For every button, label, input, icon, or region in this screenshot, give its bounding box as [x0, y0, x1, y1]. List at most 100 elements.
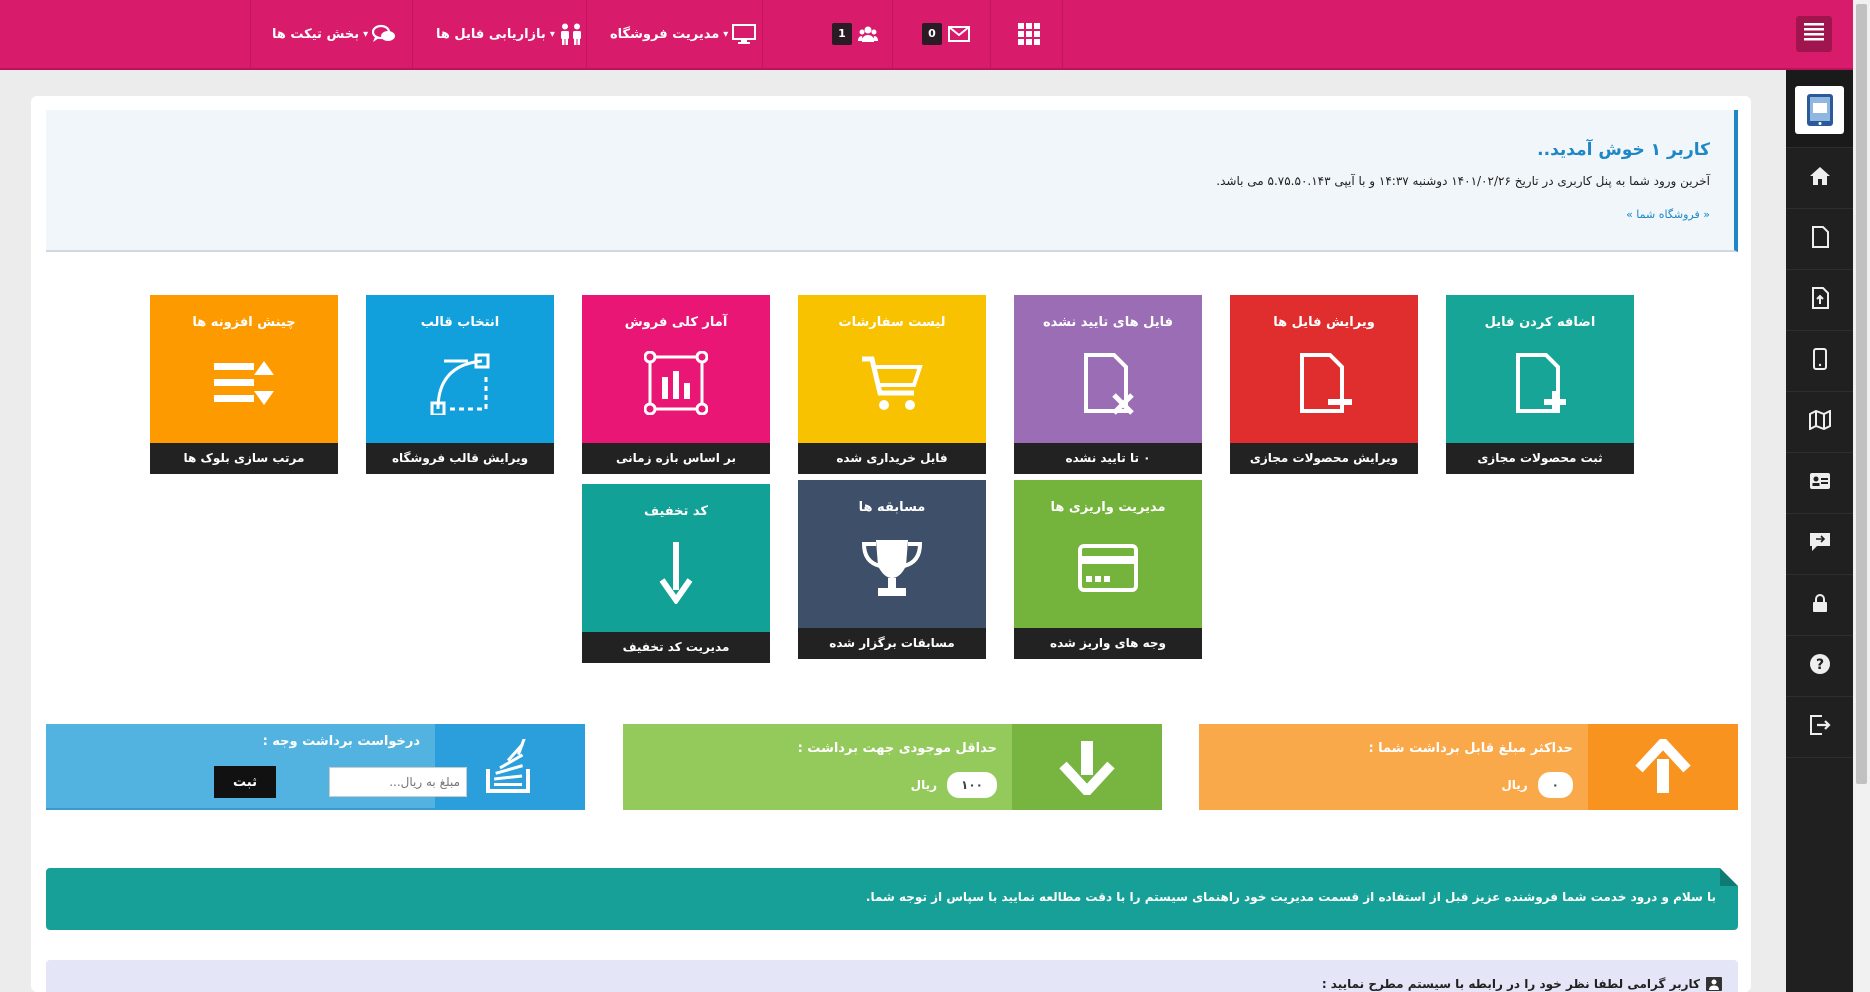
home-icon: [1809, 166, 1831, 190]
withdraw-request-label: درخواست برداشت وجه :: [262, 734, 420, 749]
tile-title: فایل های تایید نشده: [1042, 315, 1174, 330]
svg-text:?: ?: [1815, 657, 1823, 673]
nav-separator: [250, 0, 251, 68]
grid-icon: [1018, 23, 1040, 45]
user-icon: [1706, 977, 1722, 991]
nav-separator: [586, 0, 587, 68]
arrow-down-icon: [582, 540, 770, 604]
menu-toggle-button[interactable]: [1796, 16, 1832, 52]
sidebar-item-logout[interactable]: [1786, 697, 1853, 758]
tile-select-template[interactable]: انتخاب قالب ویرایش قالب فروشگاه: [366, 295, 554, 474]
tile-title: کد تخفیف: [644, 504, 708, 519]
sidebar-item-mobile[interactable]: [1786, 331, 1853, 392]
welcome-panel: کاربر ۱ خوش آمدید.. آخرین ورود شما به پن…: [46, 110, 1738, 252]
menu-icon: [1804, 23, 1824, 45]
credit-card-icon: [1014, 536, 1202, 600]
tile-footer: بر اساس بازه زمانی: [582, 443, 770, 474]
tile-sales-stats[interactable]: آمار کلی فروش بر اساس بازه زمانی: [582, 295, 770, 474]
tile-add-file[interactable]: اضافه کردن فایل ثبت محصولات مجازی: [1446, 295, 1634, 474]
nav-store-management[interactable]: ▾ مدیریت فروشگاه: [610, 0, 757, 68]
tile-discount-code[interactable]: کد تخفیف مدیریت کد تخفیف: [582, 484, 770, 663]
currency-unit: ریال: [1501, 778, 1528, 792]
sidebar-item-upload[interactable]: [1786, 270, 1853, 331]
nav-messages[interactable]: 0: [922, 0, 970, 68]
comment-icon: [1809, 532, 1831, 556]
monitor-icon: [732, 24, 757, 44]
trophy-icon: [798, 536, 986, 600]
max-withdraw-box: حداکثر مبلغ قابل برداشت شما : ۰ ریال: [1199, 724, 1738, 810]
tile-title: مدیریت واریزی ها: [1050, 500, 1166, 515]
bar-chart-icon: [582, 351, 770, 415]
tile-title: چینش افزونه ها: [192, 315, 296, 330]
tile-deposits[interactable]: مدیریت واریزی ها وجه های واریز شده: [1014, 480, 1202, 659]
scrollbar-thumb[interactable]: [1856, 4, 1867, 784]
nav-tickets[interactable]: ▾ بخش تیکت ها: [272, 0, 396, 68]
seller-notice-text: با سلام و درود خدمت شما فروشنده عزیز قبل…: [865, 890, 1716, 904]
tile-unapproved-files[interactable]: فایل های تایید نشده ۰ تا تایید نشده: [1014, 295, 1202, 474]
id-card-icon: [1809, 472, 1831, 494]
chat-bubbles-icon: [372, 24, 396, 44]
welcome-title: کاربر ۱ خوش آمدید..: [1537, 140, 1710, 160]
tile-footer: ویرایش قالب فروشگاه: [366, 443, 554, 474]
tile-title: انتخاب قالب: [420, 315, 500, 330]
withdraw-amount-input[interactable]: [329, 767, 467, 797]
nav-separator: [892, 0, 893, 68]
sidebar-item-comments[interactable]: [1786, 514, 1853, 575]
nav-separator: [990, 0, 991, 68]
tile-competitions[interactable]: مسابقه ها مسابقات برگزار شده: [798, 480, 986, 659]
nav-store-management-label: مدیریت فروشگاه: [610, 26, 720, 42]
sidebar-item-profile-card[interactable]: [1786, 453, 1853, 514]
tile-title: مسابقه ها: [858, 500, 926, 515]
withdraw-request-box: درخواست برداشت وجه : ثبت: [46, 724, 585, 810]
file-icon: [1811, 226, 1829, 252]
sidebar-item-help[interactable]: ?: [1786, 636, 1853, 697]
nav-users[interactable]: 1: [832, 0, 878, 68]
feedback-prompt: کاربر گرامی لطفا نظر خود را در رابطه با …: [1322, 977, 1722, 991]
file-upload-icon: [1811, 287, 1829, 313]
tile-title: اضافه کردن فایل: [1484, 315, 1596, 330]
file-add-icon: [1446, 351, 1634, 415]
users-count-badge: 1: [832, 23, 852, 45]
tile-footer: وجه های واریز شده: [1014, 628, 1202, 659]
max-withdraw-amount: ۰: [1537, 772, 1573, 798]
withdraw-submit-button[interactable]: ثبت: [214, 766, 276, 798]
tile-footer: ثبت محصولات مجازی: [1446, 443, 1634, 474]
vector-pen-icon: [366, 351, 554, 415]
sidebar-item-security[interactable]: [1786, 575, 1853, 636]
sort-list-icon: [150, 351, 338, 415]
min-balance-amount: ۱۰۰: [947, 772, 997, 798]
tile-footer: فایل خریداری شده: [798, 443, 986, 474]
sidebar-item-map[interactable]: [1786, 392, 1853, 453]
tile-edit-files[interactable]: ویرایش فایل ها ویرایش محصولات مجازی: [1230, 295, 1418, 474]
file-minus-icon: [1230, 351, 1418, 415]
nav-file-marketing-label: بازاریابی فایل ها: [436, 26, 546, 42]
tile-footer: مرتب سازی بلوک ها: [150, 443, 338, 474]
min-balance-box: حداقل موجودی جهت برداشت : ۱۰۰ ریال: [623, 724, 1162, 810]
map-icon: [1808, 409, 1831, 434]
tile-orders-list[interactable]: لیست سفارشات فایل خریداری شده: [798, 295, 986, 474]
max-withdraw-value: ۰ ریال: [1501, 772, 1573, 798]
sidebar-item-files[interactable]: [1786, 209, 1853, 270]
max-withdraw-label: حداکثر مبلغ قابل برداشت شما :: [1368, 741, 1573, 756]
feedback-panel: کاربر گرامی لطفا نظر خود را در رابطه با …: [46, 960, 1738, 992]
your-store-link[interactable]: « فروشگاه شما »: [1626, 208, 1710, 221]
tile-arrange-plugins[interactable]: چینش افزونه ها مرتب سازی بلوک ها: [150, 295, 338, 474]
seller-notice-banner: با سلام و درود خدمت شما فروشنده عزیز قبل…: [46, 868, 1738, 930]
tile-footer: ۰ تا تایید نشده: [1014, 443, 1202, 474]
lock-icon: [1812, 593, 1828, 617]
tile-title: ویرایش فایل ها: [1273, 315, 1375, 330]
nav-apps-grid[interactable]: [1018, 0, 1040, 68]
envelope-icon: [948, 26, 970, 42]
page-scrollbar[interactable]: [1853, 0, 1870, 992]
chevron-down-icon: ▾: [723, 28, 729, 40]
tile-title: لیست سفارشات: [838, 315, 946, 330]
tile-footer: مسابقات برگزار شده: [798, 628, 986, 659]
avatar: [1795, 86, 1844, 134]
chevron-down-icon: ▾: [363, 28, 369, 40]
arrow-down-icon: [1012, 724, 1162, 810]
nav-file-marketing[interactable]: ▾ بازاریابی فایل ها: [436, 0, 583, 68]
sidebar-profile[interactable]: [1786, 70, 1853, 148]
sidebar-item-home[interactable]: [1786, 148, 1853, 209]
file-reject-icon: [1014, 351, 1202, 415]
messages-count-badge: 0: [922, 23, 942, 45]
